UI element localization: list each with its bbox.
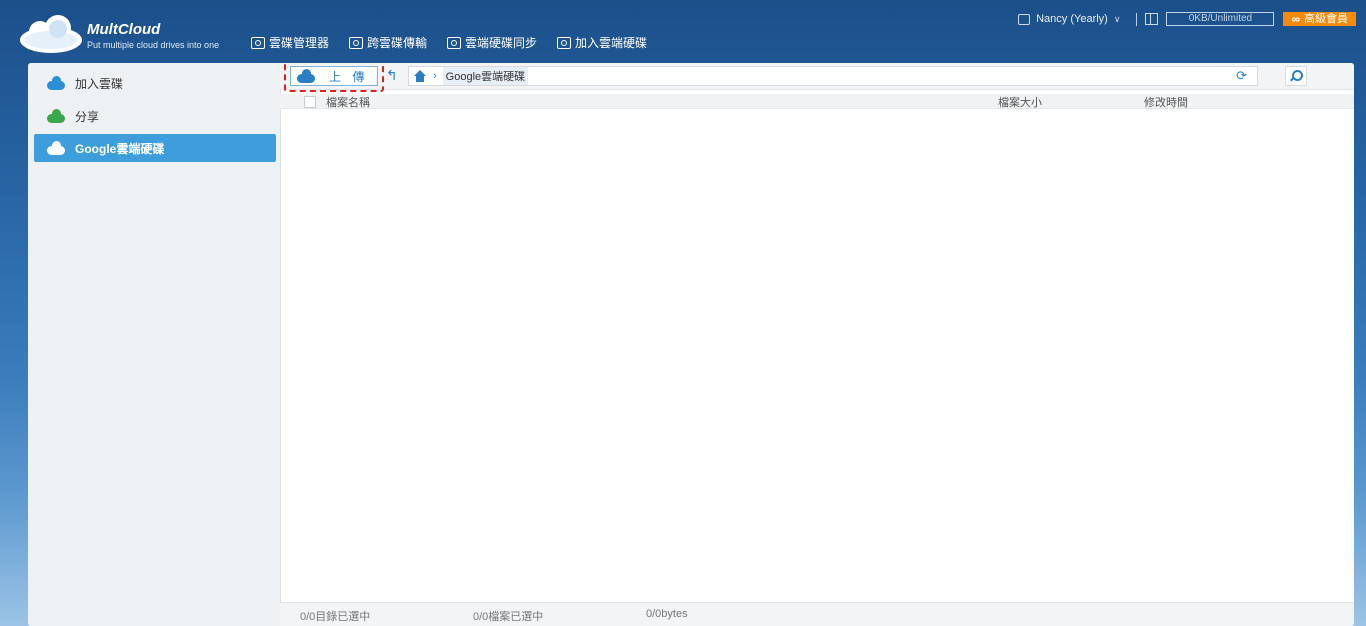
add-cloud-icon bbox=[47, 76, 65, 90]
chevron-down-icon: ∨ bbox=[1113, 13, 1121, 24]
sidebar-item-label: 分享 bbox=[75, 109, 100, 124]
add-drive-icon bbox=[557, 36, 572, 49]
up-level-icon[interactable]: ↰ bbox=[386, 67, 400, 83]
file-table-header: 檔案名稱 檔案大小 修改時間 bbox=[280, 94, 1354, 109]
sidebar-item-share[interactable]: 分享 bbox=[34, 102, 276, 130]
share-cloud-icon bbox=[47, 109, 65, 123]
storage-indicator: 0KB/Unlimited bbox=[1166, 12, 1275, 26]
gift-icon[interactable] bbox=[1145, 13, 1159, 25]
toolbar: 上 傳 ↰ › Google雲端硬碟 ⟳ bbox=[280, 63, 1354, 92]
sidebar-item-google-drive[interactable]: Google雲端硬碟 bbox=[34, 134, 276, 162]
google-drive-icon bbox=[47, 141, 65, 155]
column-header-size[interactable]: 檔案大小 bbox=[998, 94, 1042, 110]
folders-selected: 0/0目錄已選中 bbox=[300, 611, 371, 623]
upload-label: 上 傳 bbox=[329, 69, 369, 84]
infinity-icon: ∞ bbox=[1291, 12, 1300, 26]
logo-tagline: Put multiple cloud drives into one bbox=[87, 40, 220, 50]
sidebar-item-label: Google雲端硬碟 bbox=[75, 141, 165, 156]
chevron-right-icon: › bbox=[433, 70, 437, 82]
nav-cloud-sync[interactable]: 雲端硬碟同步 bbox=[447, 34, 537, 51]
column-header-name[interactable]: 檔案名稱 bbox=[326, 94, 370, 110]
search-button[interactable] bbox=[1285, 66, 1307, 86]
search-icon bbox=[1291, 69, 1303, 81]
divider bbox=[1136, 12, 1138, 26]
cloud-logo-icon bbox=[20, 15, 82, 53]
nav-drive-manager[interactable]: 雲碟管理器 bbox=[251, 34, 329, 51]
sidebar: 加入雲碟 分享 Google雲端硬碟 bbox=[28, 63, 281, 626]
nav-label: 雲端硬碟同步 bbox=[465, 36, 538, 50]
nav-add-cloud-drive[interactable]: 加入雲端硬碟 bbox=[557, 34, 647, 51]
files-selected: 0/0檔案已選中 bbox=[473, 611, 544, 623]
breadcrumb-item-google-drive[interactable]: Google雲端硬碟 bbox=[442, 67, 529, 85]
upload-button[interactable]: 上 傳 bbox=[290, 66, 378, 86]
drive-manager-icon bbox=[251, 36, 265, 49]
refresh-icon[interactable]: ⟳ bbox=[1236, 67, 1247, 85]
sync-icon bbox=[447, 36, 462, 49]
logo-title: MultCloud bbox=[87, 21, 161, 38]
user-menu[interactable]: Nancy (Yearly) ∨ bbox=[1018, 13, 1120, 25]
premium-button[interactable]: ∞ 高級會員 bbox=[1283, 12, 1356, 26]
sidebar-item-add-cloud[interactable]: 加入雲碟 bbox=[34, 69, 276, 97]
transfer-icon bbox=[349, 36, 364, 49]
breadcrumb: › Google雲端硬碟 ⟳ bbox=[408, 66, 1258, 86]
nav-label: 加入雲端硬碟 bbox=[575, 36, 648, 50]
nav-cloud-transfer[interactable]: 跨雲碟傳輸 bbox=[349, 34, 427, 51]
home-icon[interactable] bbox=[413, 70, 427, 82]
user-name: Nancy (Yearly) bbox=[1036, 13, 1108, 25]
status-bar: 0/0目錄已選中 0/0檔案已選中 0/0bytes bbox=[280, 602, 1354, 626]
bytes-selected: 0/0bytes bbox=[646, 608, 688, 620]
premium-label: 高級會員 bbox=[1304, 13, 1348, 25]
sidebar-item-label: 加入雲碟 bbox=[75, 76, 124, 91]
upload-cloud-icon bbox=[297, 69, 315, 83]
nav-label: 跨雲碟傳輸 bbox=[367, 36, 428, 50]
top-right-bar: Nancy (Yearly) ∨ 0KB/Unlimited ∞ 高級會員 bbox=[1018, 12, 1366, 26]
top-nav: 雲碟管理器 跨雲碟傳輸 雲端硬碟同步 加入雲端硬碟 bbox=[251, 34, 647, 51]
column-header-time[interactable]: 修改時間 bbox=[1144, 94, 1188, 110]
user-icon bbox=[1018, 13, 1031, 25]
nav-label: 雲碟管理器 bbox=[269, 36, 330, 50]
select-all-checkbox[interactable] bbox=[304, 96, 316, 108]
main-panel: 加入雲碟 分享 Google雲端硬碟 上 傳 ↰ › Google雲端硬碟 ⟳ … bbox=[28, 63, 1354, 626]
